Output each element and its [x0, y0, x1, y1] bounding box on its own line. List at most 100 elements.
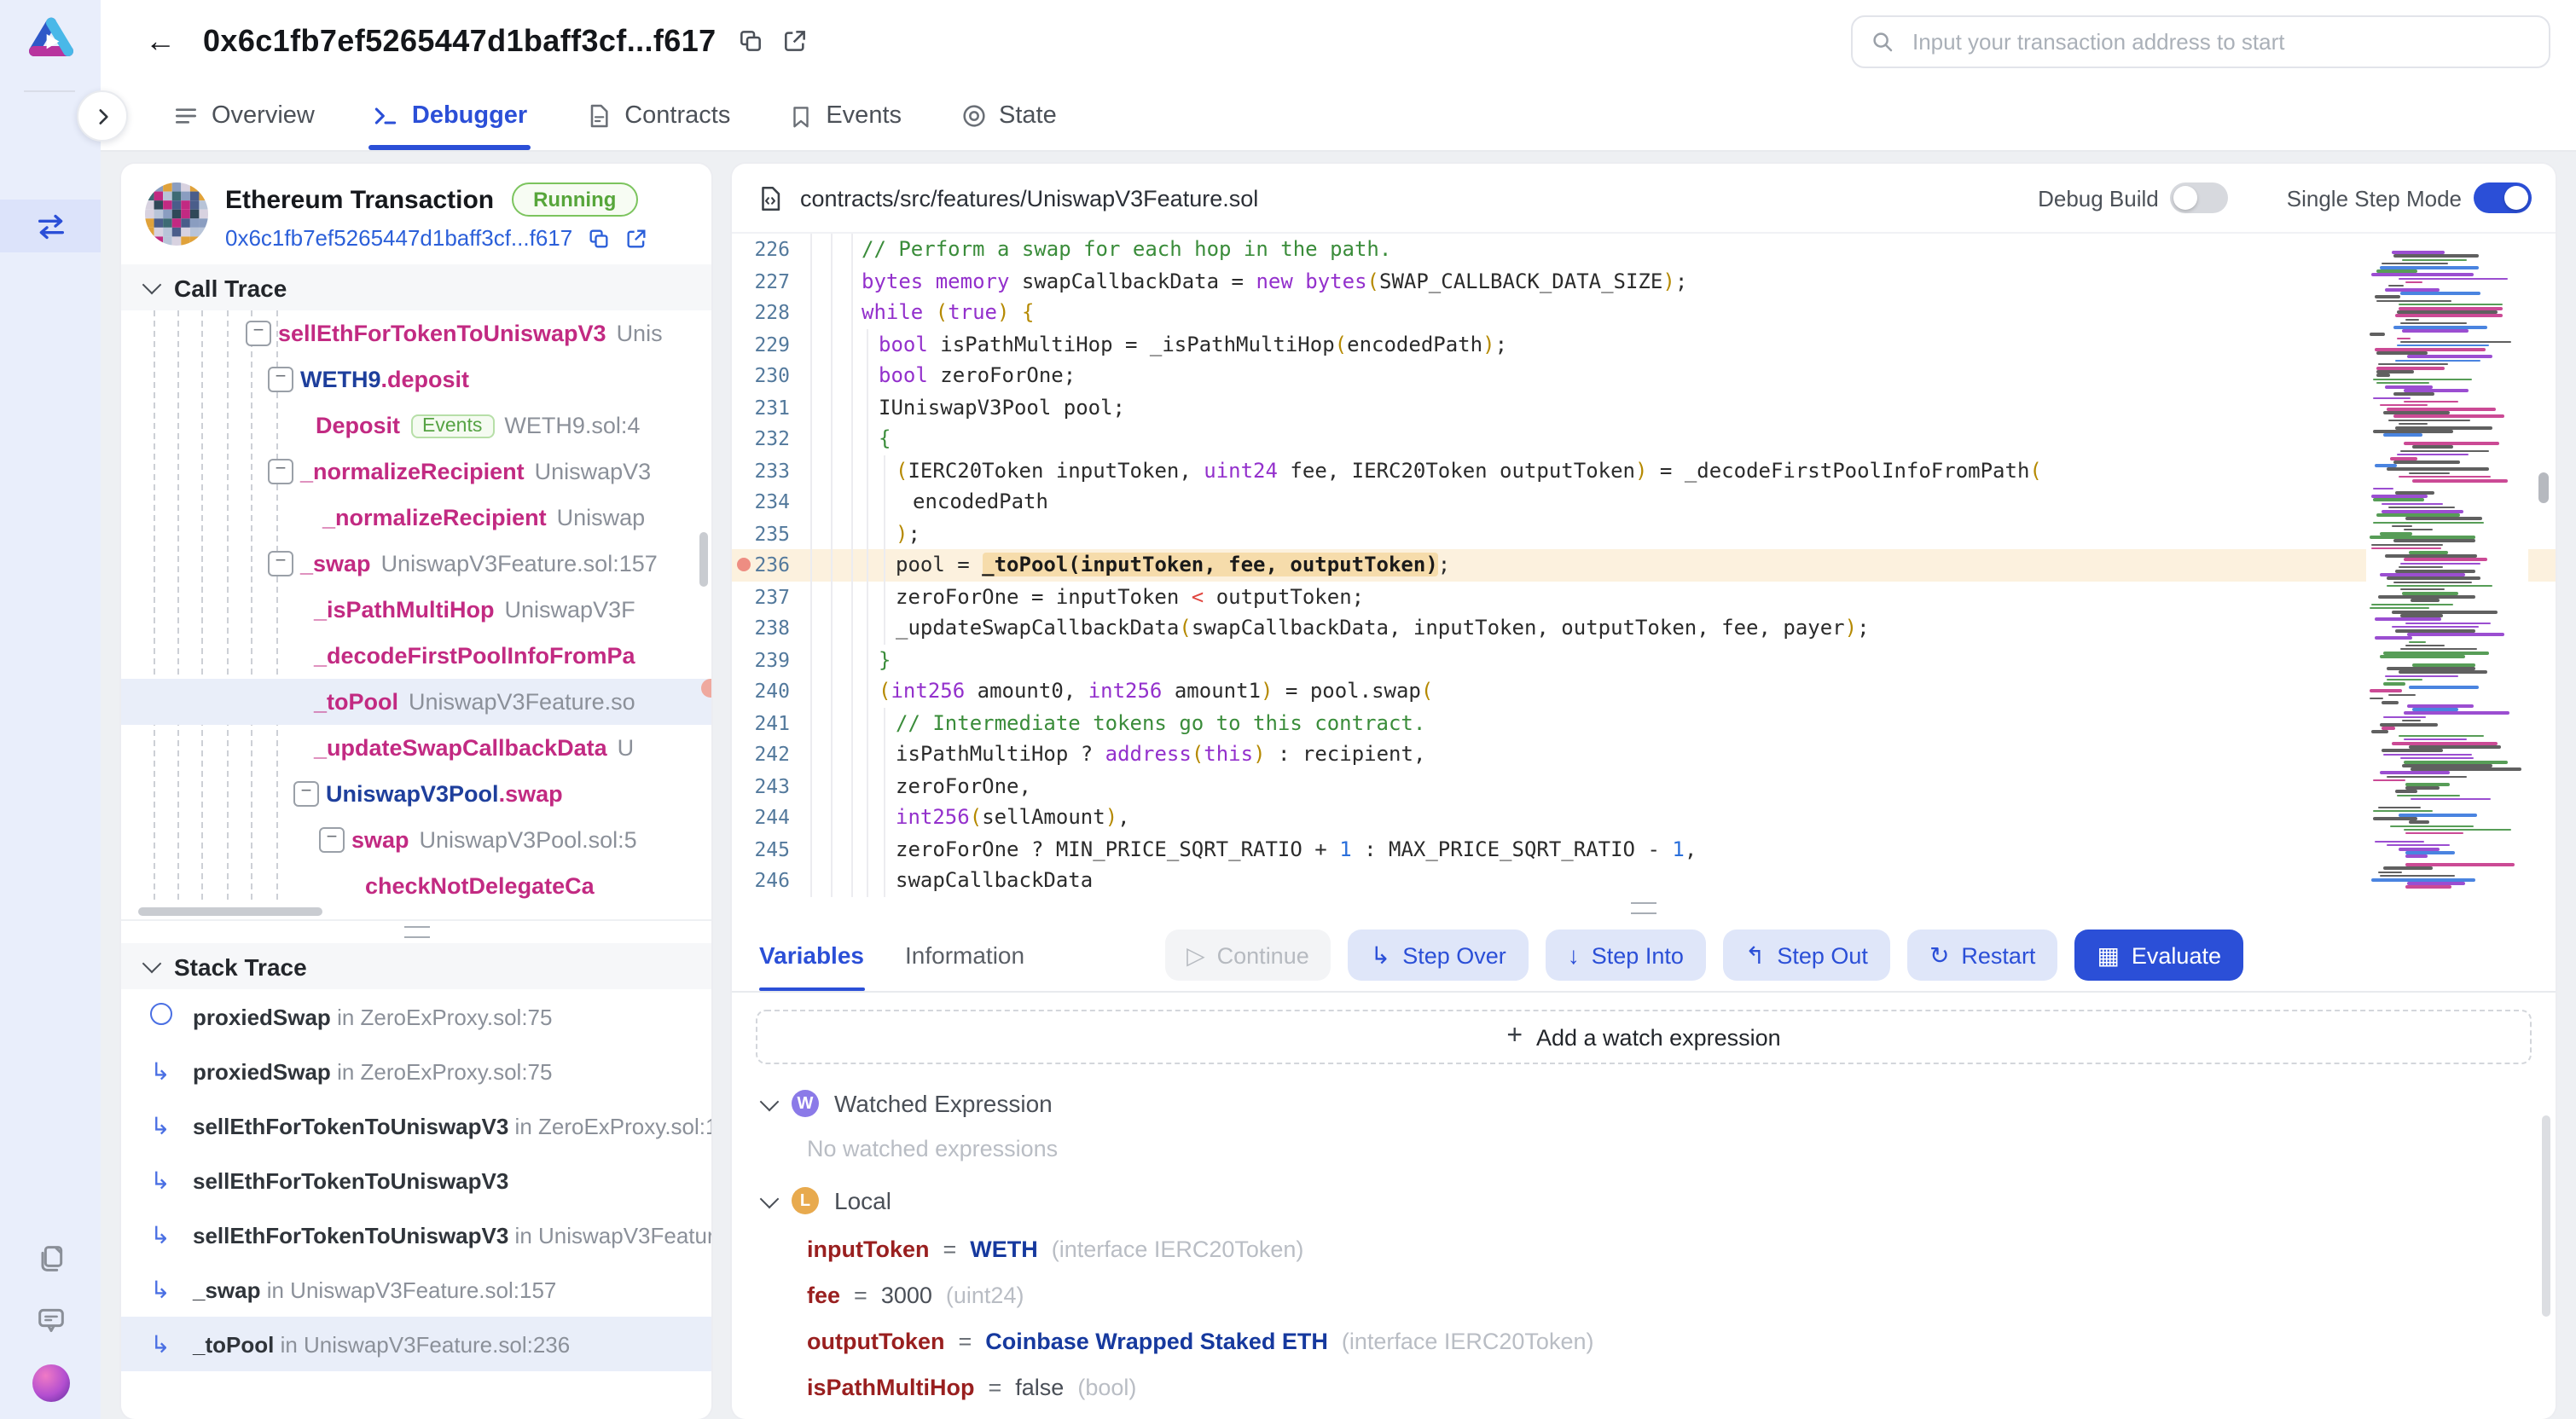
code-line[interactable]: 235); — [732, 518, 2556, 549]
debug-build-toggle[interactable] — [2171, 182, 2229, 213]
code-editor[interactable]: 226// Perform a swap for each hop in the… — [732, 232, 2556, 897]
editor-scrollbar[interactable] — [2538, 472, 2549, 503]
line-number[interactable]: 244 — [732, 806, 790, 830]
stack-trace-header[interactable]: Stack Trace — [121, 943, 711, 989]
code-line[interactable]: 245zeroForOne ? MIN_PRICE_SQRT_RATIO + 1… — [732, 833, 2556, 865]
code-line[interactable]: 233(IERC20Token inputToken, uint24 fee, … — [732, 455, 2556, 486]
stack-frame[interactable]: ↳proxiedSwap in ZeroExProxy.sol:75 — [121, 1044, 711, 1098]
tab-information[interactable]: Information — [905, 919, 1024, 991]
search-input[interactable] — [1909, 26, 2532, 55]
tab-contracts[interactable]: Contracts — [585, 82, 730, 150]
transaction-search[interactable] — [1851, 14, 2550, 67]
local-variable-row[interactable]: inputToken=WETH(interface IERC20Token) — [732, 1226, 2556, 1272]
code-line[interactable]: 228while (true) { — [732, 297, 2556, 328]
variables-scrollbar[interactable] — [2542, 1115, 2550, 1317]
restart-button[interactable]: ↻Restart — [1907, 930, 2058, 981]
line-number[interactable]: 242 — [732, 743, 790, 767]
tab-debugger[interactable]: Debugger — [373, 82, 527, 150]
code-line[interactable]: 244int256(sellAmount), — [732, 802, 2556, 833]
collapse-expander-icon[interactable]: − — [293, 781, 319, 807]
code-line[interactable]: 227bytes memory swapCallbackData = new b… — [732, 265, 2556, 297]
single-step-toggle[interactable] — [2474, 182, 2532, 213]
call-trace-item[interactable]: _normalizeRecipientUniswap — [121, 495, 711, 541]
line-number[interactable]: 245 — [732, 837, 790, 861]
watched-expression-section[interactable]: W Watched Expression — [732, 1078, 2556, 1129]
line-number[interactable]: 241 — [732, 711, 790, 735]
local-variable-row[interactable]: isPathMultiHop=false(bool) — [732, 1364, 2556, 1410]
add-watch-expression-button[interactable]: + Add a watch expression — [756, 1010, 2532, 1064]
line-number[interactable]: 243 — [732, 774, 790, 798]
stack-frame[interactable]: proxiedSwap in ZeroExProxy.sol:75 — [121, 989, 711, 1044]
step-out-button[interactable]: ↰Step Out — [1723, 930, 1890, 981]
evaluate-button[interactable]: ▦Evaluate — [2074, 930, 2243, 981]
feedback-icon[interactable] — [33, 1303, 67, 1337]
code-line[interactable]: 237zeroForOne = inputToken < outputToken… — [732, 581, 2556, 612]
line-number[interactable]: 233 — [732, 459, 790, 483]
step-over-button[interactable]: ↳Step Over — [1349, 930, 1529, 981]
local-variable-row[interactable]: zeroForOne=false(bool) — [732, 1410, 2556, 1419]
stack-frame[interactable]: ↳_toPool in UniswapV3Feature.sol:236 — [121, 1317, 711, 1371]
code-line[interactable]: 236pool = _toPool(inputToken, fee, outpu… — [732, 549, 2556, 581]
app-logo-icon[interactable] — [24, 14, 78, 68]
code-line[interactable]: 234encodedPath — [732, 486, 2556, 518]
line-number[interactable]: 240 — [732, 680, 790, 704]
code-line[interactable]: 242isPathMultiHop ? address(this) : reci… — [732, 738, 2556, 770]
code-line[interactable]: 239} — [732, 644, 2556, 675]
code-line[interactable]: 240(int256 amount0, int256 amount1) = po… — [732, 675, 2556, 707]
stack-frame[interactable]: ↳sellEthForTokenToUniswapV3 in UniswapV3… — [121, 1208, 711, 1262]
tab-variables[interactable]: Variables — [759, 919, 864, 991]
call-trace-item[interactable]: −UniswapV3Pool.swap — [121, 771, 711, 817]
code-line[interactable]: 231IUniswapV3Pool pool; — [732, 391, 2556, 423]
collapse-expander-icon[interactable]: − — [268, 459, 293, 484]
line-number[interactable]: 231 — [732, 396, 790, 420]
line-number[interactable]: 246 — [732, 869, 790, 893]
code-line[interactable]: 241// Intermediate tokens go to this con… — [732, 707, 2556, 738]
call-trace-item[interactable]: _updateSwapCallbackDataU — [121, 725, 711, 771]
local-section[interactable]: L Local — [732, 1175, 2556, 1226]
transaction-hash-link[interactable]: 0x6c1fb7ef5265447d1baff3cf...f617 — [225, 225, 572, 251]
rail-item-transactions[interactable] — [0, 200, 101, 252]
stack-frame[interactable]: ↳sellEthForTokenToUniswapV3 in ZeroExPro… — [121, 1098, 711, 1153]
call-trace-item[interactable]: DepositEventsWETH9.sol:4 — [121, 403, 711, 449]
stack-frame[interactable]: ↳sellEthForTokenToUniswapV3 — [121, 1153, 711, 1208]
panel-resize-handle[interactable] — [732, 897, 2556, 919]
call-trace-item[interactable]: −_normalizeRecipientUniswapV3 — [121, 449, 711, 495]
back-button[interactable]: ← — [145, 23, 176, 59]
call-trace-item[interactable]: _toPoolUniswapV3Feature.so — [121, 679, 711, 725]
line-number[interactable]: 232 — [732, 427, 790, 451]
line-number[interactable]: 236 — [732, 553, 790, 577]
line-number[interactable]: 230 — [732, 364, 790, 388]
line-number[interactable]: 239 — [732, 648, 790, 672]
line-number[interactable]: 227 — [732, 269, 790, 293]
variable-value[interactable]: Coinbase Wrapped Staked ETH — [985, 1329, 1328, 1354]
code-line[interactable]: 226// Perform a swap for each hop in the… — [732, 234, 2556, 265]
line-number[interactable]: 238 — [732, 617, 790, 640]
collapse-expander-icon[interactable]: − — [268, 551, 293, 576]
call-trace-item[interactable]: _isPathMultiHopUniswapV3F — [121, 587, 711, 633]
collapse-expander-icon[interactable]: − — [246, 321, 271, 346]
code-line[interactable]: 246swapCallbackData — [732, 865, 2556, 896]
call-trace-item[interactable]: −_swapUniswapV3Feature.sol:157 — [121, 541, 711, 587]
code-line[interactable]: 230bool zeroForOne; — [732, 360, 2556, 391]
tree-scrollbar[interactable] — [699, 532, 708, 587]
call-trace-item[interactable]: −sellEthForTokenToUniswapV3Unis — [121, 310, 711, 356]
tab-state[interactable]: State — [960, 82, 1057, 150]
collapse-expander-icon[interactable]: − — [268, 367, 293, 392]
line-number[interactable]: 234 — [732, 490, 790, 514]
line-number[interactable]: 235 — [732, 522, 790, 546]
line-number[interactable]: 226 — [732, 238, 790, 262]
panel-resize-handle[interactable] — [121, 919, 711, 943]
local-variable-row[interactable]: outputToken=Coinbase Wrapped Staked ETH(… — [732, 1318, 2556, 1364]
code-line[interactable]: 232{ — [732, 423, 2556, 455]
copy-icon[interactable] — [737, 27, 764, 55]
code-line[interactable]: 243zeroForOne, — [732, 770, 2556, 802]
line-number[interactable]: 228 — [732, 301, 790, 325]
stack-frame[interactable]: ↳_swap in UniswapV3Feature.sol:157 — [121, 1262, 711, 1317]
call-trace-item[interactable]: −swapUniswapV3Pool.sol:5 — [121, 817, 711, 863]
tree-scrollbar-horizontal[interactable] — [138, 907, 322, 916]
code-minimap[interactable] — [2366, 237, 2528, 894]
variable-value[interactable]: WETH — [970, 1237, 1038, 1262]
code-line[interactable]: 229bool isPathMultiHop = _isPathMultiHop… — [732, 328, 2556, 360]
line-number[interactable]: 229 — [732, 333, 790, 356]
copy-hash-icon[interactable] — [586, 226, 610, 250]
